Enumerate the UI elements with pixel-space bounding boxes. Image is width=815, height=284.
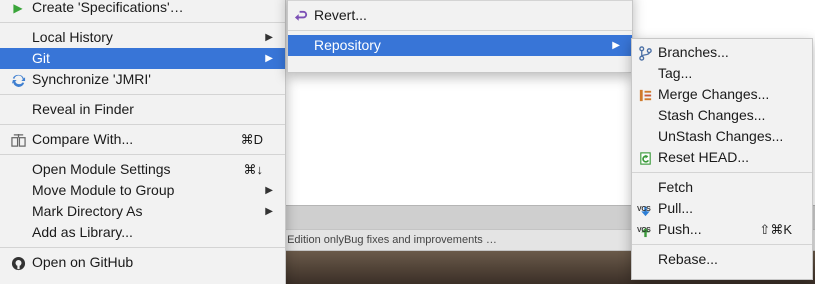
menu-item-git[interactable]: Git ▶ xyxy=(0,48,285,69)
menu-item-open-module-settings[interactable]: Open Module Settings ⌘↓ xyxy=(0,159,285,180)
sync-icon xyxy=(10,72,26,88)
menu-item-fetch[interactable]: Fetch xyxy=(632,177,812,198)
separator xyxy=(0,22,285,23)
menu-item-label: UnStash Changes... xyxy=(658,128,784,144)
menu-item-add-as-library[interactable]: Add as Library... xyxy=(0,222,285,243)
submenu-arrow-icon: ▶ xyxy=(265,32,273,43)
vcs-badge: VCS xyxy=(637,227,651,234)
vcs-badge: VCS xyxy=(637,206,651,213)
menu-item-tag[interactable]: Tag... xyxy=(632,63,812,84)
menu-item-reveal-in-finder[interactable]: Reveal in Finder xyxy=(0,99,285,120)
menu-item-label: Synchronize 'JMRI' xyxy=(32,71,151,87)
git-submenu: Revert... Repository ▶ xyxy=(287,0,633,73)
menu-item-move-module-to-group[interactable]: Move Module to Group ▶ xyxy=(0,180,285,201)
menu-item-label: Stash Changes... xyxy=(658,107,766,123)
menu-item-rebase[interactable]: Rebase... xyxy=(632,249,812,270)
play-icon: ▶ xyxy=(13,0,23,15)
menu-item-label: Open Module Settings xyxy=(32,161,171,177)
menu-item-mark-directory-as[interactable]: Mark Directory As ▶ xyxy=(0,201,285,222)
menu-item-branches[interactable]: Branches... xyxy=(632,42,812,63)
menu-item-label: Add as Library... xyxy=(32,224,133,240)
menu-item-label: Merge Changes... xyxy=(658,86,770,102)
menu-item-reset-head[interactable]: Reset HEAD... xyxy=(632,147,812,168)
github-icon xyxy=(10,255,26,271)
menu-item-label: Repository xyxy=(314,37,381,53)
menu-item-label: Compare With... xyxy=(32,131,134,147)
menu-item-label: Pull... xyxy=(658,200,694,216)
vcs-pull-icon: VCS xyxy=(637,201,653,217)
menu-item-label: Revert... xyxy=(314,7,367,23)
menu-item-label: Open on GitHub xyxy=(32,254,134,270)
menu-item-label: Create 'Specifications'… xyxy=(32,0,184,15)
menu-item-unstash-changes[interactable]: UnStash Changes... xyxy=(632,126,812,147)
reset-icon xyxy=(637,150,653,166)
menu-item-repository[interactable]: Repository ▶ xyxy=(288,35,632,56)
menu-item-pull[interactable]: VCS Pull... xyxy=(632,198,812,219)
menu-item-label: Push... xyxy=(658,221,702,237)
menu-item-label: Local History xyxy=(32,29,113,45)
menu-item-label: Tag... xyxy=(658,65,693,81)
separator xyxy=(0,247,285,248)
submenu-arrow-icon: ▶ xyxy=(265,206,273,217)
shortcut-label: ⇧⌘K xyxy=(759,222,792,237)
menu-item-label: Mark Directory As xyxy=(32,203,143,219)
submenu-arrow-icon: ▶ xyxy=(265,53,273,64)
shortcut-label: ⌘D xyxy=(240,132,263,147)
separator xyxy=(0,94,285,95)
menu-item-label: Git xyxy=(32,50,50,66)
submenu-arrow-icon: ▶ xyxy=(612,40,620,51)
context-menu: ▶ Create 'Specifications'… Local History… xyxy=(0,0,286,284)
vcs-push-icon: VCS xyxy=(637,222,653,238)
menu-item-push[interactable]: VCS Push... ⇧⌘K xyxy=(632,219,812,240)
separator xyxy=(632,172,812,173)
menu-item-label: Rebase... xyxy=(658,251,718,267)
separator xyxy=(0,124,285,125)
submenu-arrow-icon: ▶ xyxy=(265,185,273,196)
separator xyxy=(0,154,285,155)
menu-item-label: Fetch xyxy=(658,179,694,195)
menu-item-stash-changes[interactable]: Stash Changes... xyxy=(632,105,812,126)
menu-item-synchronize[interactable]: Synchronize 'JMRI' xyxy=(0,69,285,90)
merge-icon xyxy=(637,87,653,103)
compare-icon xyxy=(10,132,26,148)
menu-item-revert[interactable]: Revert... xyxy=(288,5,632,26)
menu-item-create-specifications[interactable]: ▶ Create 'Specifications'… xyxy=(0,0,285,18)
shortcut-label: ⌘↓ xyxy=(243,162,264,177)
separator xyxy=(632,244,812,245)
menu-item-compare-with[interactable]: Compare With... ⌘D xyxy=(0,129,285,150)
menu-item-local-history[interactable]: Local History ▶ xyxy=(0,27,285,48)
menu-item-label: Reset HEAD... xyxy=(658,149,750,165)
branch-icon xyxy=(637,45,653,61)
separator xyxy=(288,30,632,31)
menu-item-label: Branches... xyxy=(658,44,729,60)
repository-submenu: Branches... Tag... Merge Changes... Stas… xyxy=(631,38,813,280)
menu-item-label: Move Module to Group xyxy=(32,182,175,198)
separator xyxy=(288,0,632,1)
menu-item-open-on-github[interactable]: Open on GitHub xyxy=(0,252,285,273)
revert-icon xyxy=(293,8,309,24)
menu-item-merge-changes[interactable]: Merge Changes... xyxy=(632,84,812,105)
menu-item-label: Reveal in Finder xyxy=(32,101,134,117)
